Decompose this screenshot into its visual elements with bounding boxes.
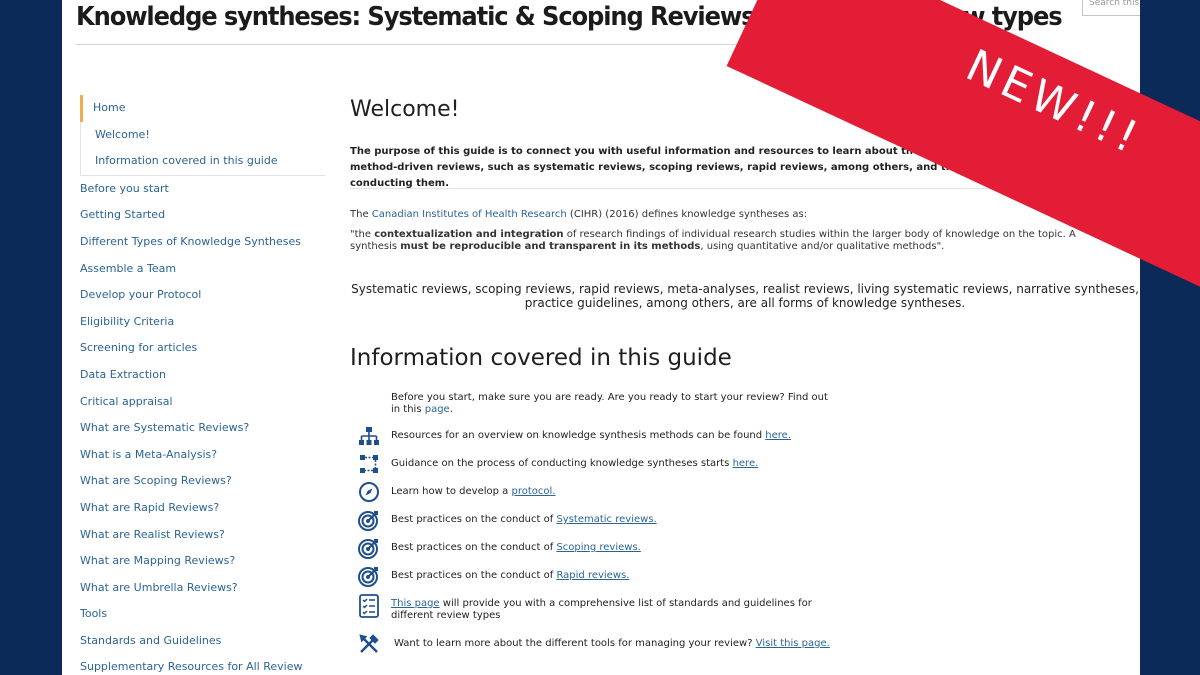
workflow-icon xyxy=(358,453,382,477)
quote-bold-2: must be reproducible and transparent in … xyxy=(400,241,701,252)
info-item-text: Learn how to develop a protocol. xyxy=(391,486,831,498)
info-item-link[interactable]: Rapid reviews. xyxy=(556,570,629,581)
info-item-link[interactable]: protocol. xyxy=(511,486,555,497)
welcome-heading: Welcome! xyxy=(350,97,460,122)
sidebar-item[interactable]: Welcome! xyxy=(80,121,325,149)
info-item-text: Best practices on the conduct of Scoping… xyxy=(391,542,831,554)
cihr-suffix: (CIHR) (2016) defines knowledge synthese… xyxy=(566,209,808,220)
info-item-text: Best practices on the conduct of Rapid r… xyxy=(391,570,831,582)
quote-part-3: , using quantitative and/or qualitative … xyxy=(700,241,945,252)
search-input[interactable]: Search this xyxy=(1082,0,1140,16)
sidebar-item[interactable]: What are Scoping Reviews? xyxy=(80,468,325,495)
sidebar-item[interactable]: Before you start xyxy=(80,176,325,203)
covered-heading: Information covered in this guide xyxy=(350,345,732,371)
quote-bold-1: contextualization and integration xyxy=(374,229,564,240)
sidebar-item[interactable]: What are Systematic Reviews? xyxy=(80,415,325,442)
info-item-link[interactable]: here. xyxy=(765,430,791,441)
sidebar-item[interactable]: What are Umbrella Reviews? xyxy=(80,575,325,602)
sidebar-item[interactable]: Eligibility Criteria xyxy=(80,309,325,336)
hierarchy-icon xyxy=(358,425,382,449)
info-item-before: Best practices on the conduct of xyxy=(391,514,557,525)
compass-icon xyxy=(358,481,382,505)
sidebar-item[interactable]: Assemble a Team xyxy=(80,256,325,283)
info-item-before: Guidance on the process of conducting kn… xyxy=(391,458,733,469)
synthesis-types-text: Systematic reviews, scoping reviews, rap… xyxy=(351,282,1139,310)
cihr-link[interactable]: Canadian Institutes of Health Research xyxy=(372,209,567,220)
info-item-text: Want to learn more about the different t… xyxy=(394,638,834,650)
target-icon xyxy=(358,509,382,533)
info-item-before: Before you start, make sure you are read… xyxy=(391,392,828,415)
info-item-before: Resources for an overview on knowledge s… xyxy=(391,430,766,441)
sidebar-item[interactable]: Information covered in this guide xyxy=(80,148,325,176)
cihr-quote: "the contextualization and integration o… xyxy=(350,229,1100,253)
sidebar-item[interactable]: What are Mapping Reviews? xyxy=(80,548,325,575)
sidebar-item[interactable]: Supplementary Resources for All Review xyxy=(80,654,325,675)
info-item-link[interactable]: Systematic reviews. xyxy=(556,514,656,525)
info-item-link[interactable]: here. xyxy=(733,458,759,469)
sidebar-item[interactable]: Screening for articles xyxy=(80,335,325,362)
target-icon xyxy=(358,565,382,589)
info-item-text: Guidance on the process of conducting kn… xyxy=(391,458,831,470)
sidebar-item[interactable]: Standards and Guidelines xyxy=(80,628,325,655)
sidebar-item[interactable]: Getting Started xyxy=(80,202,325,229)
info-item-before: Want to learn more about the different t… xyxy=(394,638,756,649)
sidebar-item[interactable]: What is a Meta-Analysis? xyxy=(80,442,325,469)
guide-sidebar: Home Welcome! Information covered in this … xyxy=(80,95,325,675)
info-item-text: Before you start, make sure you are read… xyxy=(391,392,831,416)
info-item-link[interactable]: Scoping reviews. xyxy=(556,542,640,553)
cihr-definition-line: The Canadian Institutes of Health Resear… xyxy=(350,209,807,220)
info-item-text: This page will provide you with a compre… xyxy=(391,598,831,622)
cihr-prefix: The xyxy=(350,209,372,220)
sidebar-item[interactable]: Home xyxy=(80,95,325,122)
info-item-before: Best practices on the conduct of xyxy=(391,570,557,581)
info-item-link[interactable]: Visit this page. xyxy=(756,638,830,649)
checklist-icon xyxy=(358,594,382,618)
info-item-link[interactable]: This page xyxy=(391,598,440,609)
target-icon xyxy=(358,537,382,561)
info-item-before: Learn how to develop a xyxy=(391,486,512,497)
tools-icon xyxy=(358,633,382,657)
info-item-link[interactable]: page xyxy=(425,404,450,415)
info-item-after: will provide you with a comprehensive li… xyxy=(391,598,812,621)
sidebar-item[interactable]: Different Types of Knowledge Syntheses xyxy=(80,229,325,256)
info-item-before: Best practices on the conduct of xyxy=(391,542,557,553)
sidebar-item[interactable]: Tools xyxy=(80,601,325,628)
sidebar-item[interactable]: What are Realist Reviews? xyxy=(80,522,325,549)
sidebar-item[interactable]: Data Extraction xyxy=(80,362,325,389)
sidebar-item[interactable]: Develop your Protocol xyxy=(80,282,325,309)
info-item-text: Best practices on the conduct of Systema… xyxy=(391,514,831,526)
search-placeholder: Search this xyxy=(1089,0,1140,8)
info-item-text: Resources for an overview on knowledge s… xyxy=(391,430,831,442)
sidebar-item[interactable]: What are Rapid Reviews? xyxy=(80,495,325,522)
quote-part-1: "the xyxy=(350,229,375,240)
sidebar-item[interactable]: Critical appraisal xyxy=(80,389,325,416)
info-item-after: . xyxy=(449,404,453,415)
